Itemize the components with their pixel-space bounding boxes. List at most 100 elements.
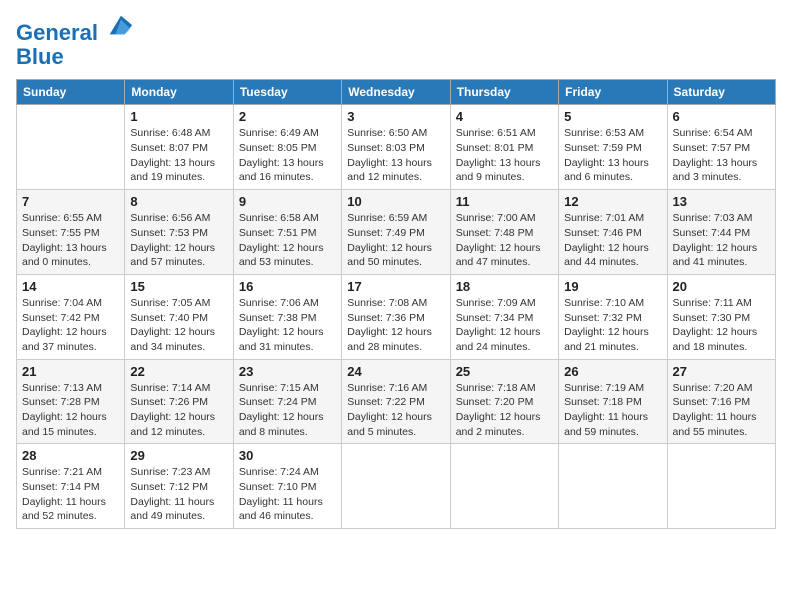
calendar-cell: 27Sunrise: 7:20 AMSunset: 7:16 PMDayligh…	[667, 359, 775, 444]
day-info: Sunrise: 7:24 AMSunset: 7:10 PMDaylight:…	[239, 465, 336, 524]
day-number: 4	[456, 109, 553, 124]
calendar-cell	[450, 444, 558, 529]
calendar-cell: 12 Sunrise: 7:01 AMSunset: 7:46 PMDayligh…	[559, 190, 667, 275]
calendar-cell	[559, 444, 667, 529]
calendar-cell: 1 Sunrise: 6:48 AMSunset: 8:07 PMDaylight…	[125, 105, 233, 190]
weekday-header-row: SundayMondayTuesdayWednesdayThursdayFrid…	[17, 80, 776, 105]
day-number: 24	[347, 364, 444, 379]
day-number: 19	[564, 279, 661, 294]
calendar-cell: 20 Sunrise: 7:11 AMSunset: 7:30 PMDayligh…	[667, 274, 775, 359]
day-info: Sunrise: 7:09 AMSunset: 7:34 PMDaylight:…	[456, 296, 553, 355]
day-number: 1	[130, 109, 227, 124]
logo: General Blue	[16, 16, 134, 69]
calendar-cell: 22Sunrise: 7:14 AMSunset: 7:26 PMDayligh…	[125, 359, 233, 444]
day-number: 15	[130, 279, 227, 294]
day-info: Sunrise: 7:04 AMSunset: 7:42 PMDaylight:…	[22, 296, 119, 355]
weekday-header-saturday: Saturday	[667, 80, 775, 105]
day-info: Sunrise: 7:08 AMSunset: 7:36 PMDaylight:…	[347, 296, 444, 355]
day-info: Sunrise: 6:58 AMSunset: 7:51 PMDaylight:…	[239, 211, 336, 270]
calendar-cell: 2 Sunrise: 6:49 AMSunset: 8:05 PMDaylight…	[233, 105, 341, 190]
calendar-cell: 21 Sunrise: 7:13 AMSunset: 7:28 PMDayligh…	[17, 359, 125, 444]
day-number: 8	[130, 194, 227, 209]
day-info: Sunrise: 6:51 AMSunset: 8:01 PMDaylight:…	[456, 126, 553, 185]
calendar-table: SundayMondayTuesdayWednesdayThursdayFrid…	[16, 79, 776, 529]
calendar-week-3: 14 Sunrise: 7:04 AMSunset: 7:42 PMDayligh…	[17, 274, 776, 359]
day-number: 2	[239, 109, 336, 124]
day-info: Sunrise: 7:18 AMSunset: 7:20 PMDaylight:…	[456, 381, 553, 440]
calendar-cell: 3 Sunrise: 6:50 AMSunset: 8:03 PMDaylight…	[342, 105, 450, 190]
page-header: General Blue	[16, 16, 776, 69]
day-info: Sunrise: 6:54 AMSunset: 7:57 PMDaylight:…	[673, 126, 770, 185]
calendar-week-1: 1 Sunrise: 6:48 AMSunset: 8:07 PMDaylight…	[17, 105, 776, 190]
calendar-cell: 23Sunrise: 7:15 AMSunset: 7:24 PMDayligh…	[233, 359, 341, 444]
day-number: 26	[564, 364, 661, 379]
calendar-week-4: 21 Sunrise: 7:13 AMSunset: 7:28 PMDayligh…	[17, 359, 776, 444]
day-number: 6	[673, 109, 770, 124]
day-number: 29	[130, 448, 227, 463]
weekday-header-thursday: Thursday	[450, 80, 558, 105]
day-number: 25	[456, 364, 553, 379]
day-number: 30	[239, 448, 336, 463]
calendar-cell: 25 Sunrise: 7:18 AMSunset: 7:20 PMDayligh…	[450, 359, 558, 444]
logo-icon	[106, 12, 134, 40]
day-info: Sunrise: 7:14 AMSunset: 7:26 PMDaylight:…	[130, 381, 227, 440]
calendar-cell: 9Sunrise: 6:58 AMSunset: 7:51 PMDaylight…	[233, 190, 341, 275]
day-number: 27	[673, 364, 770, 379]
calendar-cell: 15 Sunrise: 7:05 AMSunset: 7:40 PMDayligh…	[125, 274, 233, 359]
calendar-cell: 28 Sunrise: 7:21 AMSunset: 7:14 PMDayligh…	[17, 444, 125, 529]
day-info: Sunrise: 7:01 AMSunset: 7:46 PMDaylight:…	[564, 211, 661, 270]
calendar-cell: 6 Sunrise: 6:54 AMSunset: 7:57 PMDaylight…	[667, 105, 775, 190]
weekday-header-friday: Friday	[559, 80, 667, 105]
day-info: Sunrise: 6:59 AMSunset: 7:49 PMDaylight:…	[347, 211, 444, 270]
weekday-header-wednesday: Wednesday	[342, 80, 450, 105]
day-number: 20	[673, 279, 770, 294]
day-number: 23	[239, 364, 336, 379]
logo-text: General	[16, 16, 134, 45]
day-info: Sunrise: 6:49 AMSunset: 8:05 PMDaylight:…	[239, 126, 336, 185]
calendar-cell	[667, 444, 775, 529]
weekday-header-sunday: Sunday	[17, 80, 125, 105]
day-info: Sunrise: 7:05 AMSunset: 7:40 PMDaylight:…	[130, 296, 227, 355]
day-number: 5	[564, 109, 661, 124]
day-info: Sunrise: 6:56 AMSunset: 7:53 PMDaylight:…	[130, 211, 227, 270]
calendar-cell: 24 Sunrise: 7:16 AMSunset: 7:22 PMDayligh…	[342, 359, 450, 444]
day-number: 18	[456, 279, 553, 294]
day-number: 14	[22, 279, 119, 294]
calendar-header: SundayMondayTuesdayWednesdayThursdayFrid…	[17, 80, 776, 105]
day-info: Sunrise: 7:03 AMSunset: 7:44 PMDaylight:…	[673, 211, 770, 270]
calendar-week-2: 7 Sunrise: 6:55 AMSunset: 7:55 PMDaylight…	[17, 190, 776, 275]
calendar-cell: 4 Sunrise: 6:51 AMSunset: 8:01 PMDaylight…	[450, 105, 558, 190]
day-number: 3	[347, 109, 444, 124]
day-info: Sunrise: 6:50 AMSunset: 8:03 PMDaylight:…	[347, 126, 444, 185]
day-number: 13	[673, 194, 770, 209]
calendar-cell: 19Sunrise: 7:10 AMSunset: 7:32 PMDayligh…	[559, 274, 667, 359]
day-info: Sunrise: 6:55 AMSunset: 7:55 PMDaylight:…	[22, 211, 119, 270]
calendar-cell: 29 Sunrise: 7:23 AMSunset: 7:12 PMDayligh…	[125, 444, 233, 529]
day-info: Sunrise: 7:13 AMSunset: 7:28 PMDaylight:…	[22, 381, 119, 440]
day-number: 28	[22, 448, 119, 463]
day-number: 10	[347, 194, 444, 209]
day-info: Sunrise: 7:19 AMSunset: 7:18 PMDaylight:…	[564, 381, 661, 440]
calendar-cell	[342, 444, 450, 529]
day-info: Sunrise: 7:21 AMSunset: 7:14 PMDaylight:…	[22, 465, 119, 524]
calendar-cell	[17, 105, 125, 190]
calendar-week-5: 28 Sunrise: 7:21 AMSunset: 7:14 PMDayligh…	[17, 444, 776, 529]
day-number: 21	[22, 364, 119, 379]
calendar-cell: 8 Sunrise: 6:56 AMSunset: 7:53 PMDaylight…	[125, 190, 233, 275]
weekday-header-tuesday: Tuesday	[233, 80, 341, 105]
calendar-cell: 11Sunrise: 7:00 AMSunset: 7:48 PMDayligh…	[450, 190, 558, 275]
day-number: 7	[22, 194, 119, 209]
day-number: 16	[239, 279, 336, 294]
calendar-cell: 30 Sunrise: 7:24 AMSunset: 7:10 PMDayligh…	[233, 444, 341, 529]
calendar-cell: 13 Sunrise: 7:03 AMSunset: 7:44 PMDayligh…	[667, 190, 775, 275]
day-number: 12	[564, 194, 661, 209]
day-info: Sunrise: 6:48 AMSunset: 8:07 PMDaylight:…	[130, 126, 227, 185]
day-info: Sunrise: 7:11 AMSunset: 7:30 PMDaylight:…	[673, 296, 770, 355]
day-info: Sunrise: 7:23 AMSunset: 7:12 PMDaylight:…	[130, 465, 227, 524]
calendar-cell: 14 Sunrise: 7:04 AMSunset: 7:42 PMDayligh…	[17, 274, 125, 359]
calendar-cell: 10 Sunrise: 6:59 AMSunset: 7:49 PMDayligh…	[342, 190, 450, 275]
day-number: 17	[347, 279, 444, 294]
calendar-cell: 18 Sunrise: 7:09 AMSunset: 7:34 PMDayligh…	[450, 274, 558, 359]
day-info: Sunrise: 7:16 AMSunset: 7:22 PMDaylight:…	[347, 381, 444, 440]
day-info: Sunrise: 6:53 AMSunset: 7:59 PMDaylight:…	[564, 126, 661, 185]
